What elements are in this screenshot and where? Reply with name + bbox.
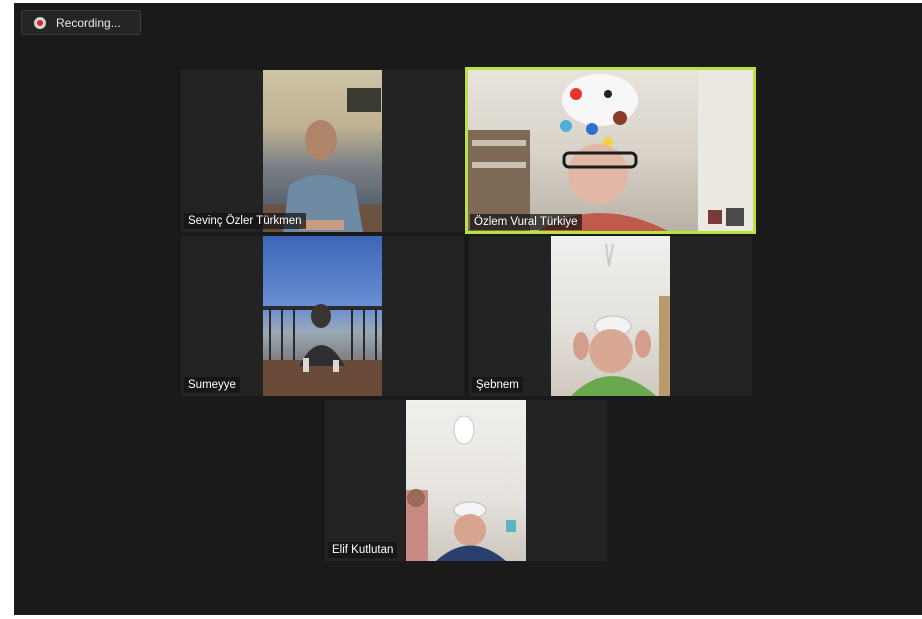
video-tile-elif[interactable]: Elif Kutlutan xyxy=(325,400,607,561)
recording-indicator[interactable]: Recording... xyxy=(21,10,141,35)
participant-name: Özlem Vural Türkiye xyxy=(470,214,582,230)
participant-video xyxy=(551,236,670,396)
video-tile-ozlem[interactable]: Özlem Vural Türkiye xyxy=(465,67,756,234)
video-tile-sebnem[interactable]: Şebnem xyxy=(469,236,752,396)
recording-label: Recording... xyxy=(56,15,121,30)
participant-name: Sumeyye xyxy=(184,377,240,393)
participant-video xyxy=(406,400,526,561)
participant-name: Elif Kutlutan xyxy=(328,542,398,558)
participant-name: Sevinç Özler Türkmen xyxy=(184,213,306,229)
video-tile-sumeyye[interactable]: Sumeyye xyxy=(181,236,464,396)
video-tile-sevinc[interactable]: Sevinç Özler Türkmen xyxy=(181,70,464,232)
participant-video xyxy=(263,236,382,396)
participant-video xyxy=(468,70,753,231)
participant-name: Şebnem xyxy=(472,377,523,393)
record-icon xyxy=(34,16,46,29)
participant-video xyxy=(263,70,382,232)
